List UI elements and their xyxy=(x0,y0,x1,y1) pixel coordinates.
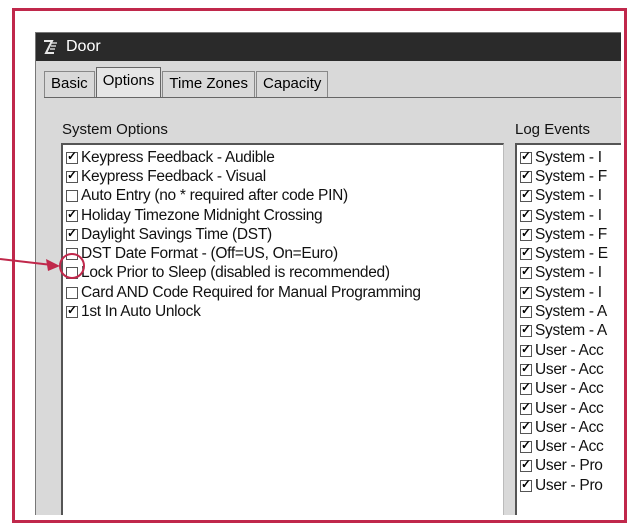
tab-options[interactable]: Options xyxy=(95,67,162,98)
log-event-item-label: User - Acc xyxy=(535,341,604,359)
system-option-item-label: Keypress Feedback - Audible xyxy=(81,148,275,166)
log-event-item[interactable]: User - Acc xyxy=(517,360,621,379)
log-event-item-label: User - Acc xyxy=(535,399,604,417)
log-events-list[interactable]: System - ISystem - FSystem - ISystem - I… xyxy=(515,143,621,515)
log-event-item-label: System - I xyxy=(535,206,602,224)
title-bar: Door xyxy=(36,33,621,61)
system-option-item-label: Holiday Timezone Midnight Crossing xyxy=(81,206,323,224)
log-event-item-label: User - Acc xyxy=(535,360,604,378)
system-option-item-label: Lock Prior to Sleep (disabled is recomme… xyxy=(81,264,390,282)
log-event-item[interactable]: System - E xyxy=(517,244,621,263)
system-option-item[interactable]: Card AND Code Required for Manual Progra… xyxy=(63,283,503,302)
checkbox-checked[interactable] xyxy=(520,207,532,222)
tab-basic[interactable]: Basic xyxy=(44,71,95,97)
door-window: Door Basic Options Time Zones Capacity S… xyxy=(35,32,621,515)
checkbox-checked[interactable] xyxy=(66,226,78,241)
log-event-item[interactable]: System - F xyxy=(517,167,621,186)
system-options-label: System Options xyxy=(62,121,168,138)
log-event-item-label: System - F xyxy=(535,167,607,185)
log-event-item[interactable]: System - I xyxy=(517,283,621,302)
tab-strip: Basic Options Time Zones Capacity xyxy=(44,67,329,98)
checkbox-checked[interactable] xyxy=(520,457,532,473)
system-option-item[interactable]: Lock Prior to Sleep (disabled is recomme… xyxy=(63,264,503,283)
log-event-item-label: System - E xyxy=(535,245,608,263)
checkbox-checked[interactable] xyxy=(66,303,78,319)
log-event-item[interactable]: System - I xyxy=(517,264,621,283)
system-option-item[interactable]: Keypress Feedback - Audible xyxy=(63,148,503,167)
log-event-item[interactable]: System - F xyxy=(517,225,621,244)
log-event-item[interactable]: User - Acc xyxy=(517,437,621,456)
checkbox-checked[interactable] xyxy=(520,380,532,396)
checkbox-checked[interactable] xyxy=(520,419,532,434)
log-event-item-label: User - Acc xyxy=(535,418,604,436)
system-option-item[interactable]: DST Date Format - (Off=US, On=Euro) xyxy=(63,244,503,263)
system-option-item[interactable]: Holiday Timezone Midnight Crossing xyxy=(63,206,503,225)
checkbox-checked[interactable] xyxy=(66,149,78,164)
system-option-item[interactable]: 1st In Auto Unlock xyxy=(63,302,503,321)
checkbox-checked[interactable] xyxy=(520,149,532,164)
annotation-circle xyxy=(59,253,85,279)
system-option-item[interactable]: Daylight Savings Time (DST) xyxy=(63,225,503,244)
checkbox-checked[interactable] xyxy=(520,168,532,183)
system-option-item-label: Auto Entry (no * required after code PIN… xyxy=(81,187,348,205)
log-event-item-label: System - I xyxy=(535,187,602,205)
log-event-item[interactable]: User - Acc xyxy=(517,380,621,399)
system-option-item-label: 1st In Auto Unlock xyxy=(81,303,201,321)
checkbox-checked[interactable] xyxy=(520,477,532,492)
system-options-list[interactable]: Keypress Feedback - AudibleKeypress Feed… xyxy=(61,143,504,515)
checkbox-unchecked[interactable] xyxy=(66,190,78,203)
log-event-item-label: System - F xyxy=(535,225,607,243)
log-events-label: Log Events xyxy=(515,121,591,138)
log-event-item[interactable]: System - I xyxy=(517,187,621,206)
checkbox-checked[interactable] xyxy=(66,207,78,222)
checkbox-checked[interactable] xyxy=(520,303,532,319)
window-title: Door xyxy=(66,38,101,55)
checkbox-checked[interactable] xyxy=(520,342,532,357)
log-event-item[interactable]: User - Pro xyxy=(517,476,621,495)
log-event-item[interactable]: User - Pro xyxy=(517,457,621,476)
checkbox-unchecked[interactable] xyxy=(66,286,78,299)
door-app-icon xyxy=(44,40,57,54)
checkbox-checked[interactable] xyxy=(520,264,532,280)
checkbox-checked[interactable] xyxy=(520,438,532,454)
log-event-item-label: System - I xyxy=(535,283,602,301)
checkbox-checked[interactable] xyxy=(520,245,532,261)
system-option-item-label: Keypress Feedback - Visual xyxy=(81,167,266,185)
log-event-item[interactable]: System - A xyxy=(517,322,621,341)
log-event-item-label: User - Acc xyxy=(535,438,604,456)
log-event-item-label: System - A xyxy=(535,303,607,321)
system-option-item[interactable]: Keypress Feedback - Visual xyxy=(63,167,503,186)
tab-divider xyxy=(44,97,621,98)
checkbox-checked[interactable] xyxy=(520,187,532,203)
log-event-item[interactable]: System - A xyxy=(517,302,621,321)
system-option-item-label: Daylight Savings Time (DST) xyxy=(81,225,272,243)
checkbox-checked[interactable] xyxy=(520,322,532,338)
tab-capacity[interactable]: Capacity xyxy=(256,71,329,97)
checkbox-checked[interactable] xyxy=(520,284,532,299)
checkbox-checked[interactable] xyxy=(520,400,532,415)
log-event-item-label: System - A xyxy=(535,322,607,340)
log-event-item-label: User - Pro xyxy=(535,457,603,475)
system-option-item[interactable]: Auto Entry (no * required after code PIN… xyxy=(63,187,503,206)
system-option-item-label: Card AND Code Required for Manual Progra… xyxy=(81,283,421,301)
log-event-item-label: System - I xyxy=(535,264,602,282)
log-event-item-label: System - I xyxy=(535,148,602,166)
checkbox-checked[interactable] xyxy=(66,168,78,183)
log-event-item-label: User - Pro xyxy=(535,476,603,494)
log-event-item[interactable]: User - Acc xyxy=(517,341,621,360)
log-event-item-label: User - Acc xyxy=(535,380,604,398)
log-event-item[interactable]: System - I xyxy=(517,148,621,167)
system-option-item-label: DST Date Format - (Off=US, On=Euro) xyxy=(81,245,338,263)
checkbox-checked[interactable] xyxy=(520,361,532,376)
log-event-item[interactable]: User - Acc xyxy=(517,399,621,418)
log-event-item[interactable]: User - Acc xyxy=(517,418,621,437)
checkbox-checked[interactable] xyxy=(520,226,532,241)
log-event-item[interactable]: System - I xyxy=(517,206,621,225)
tab-time-zones[interactable]: Time Zones xyxy=(162,71,256,97)
